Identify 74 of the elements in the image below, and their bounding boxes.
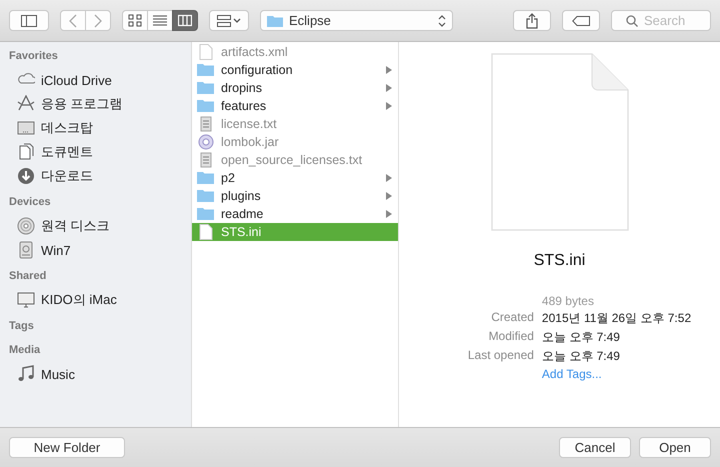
new-folder-button[interactable]: New Folder bbox=[9, 437, 125, 458]
sidebar-item[interactable]: 다운로드 bbox=[9, 164, 183, 188]
sidebar-item[interactable]: 원격 디스크 bbox=[9, 214, 183, 238]
sidebar-item[interactable]: Win7 bbox=[9, 238, 183, 262]
tag-button[interactable] bbox=[562, 10, 600, 31]
download-icon bbox=[17, 167, 35, 185]
disclosure-arrow-icon bbox=[386, 210, 392, 218]
file-row[interactable]: configuration bbox=[192, 61, 398, 79]
folder-icon bbox=[197, 98, 215, 114]
disclosure-arrow-icon bbox=[386, 102, 392, 110]
share-button[interactable] bbox=[513, 10, 551, 31]
sidebar-item[interactable]: 도큐멘트 bbox=[9, 140, 183, 164]
columns-view-button[interactable] bbox=[172, 10, 198, 31]
file-size: 489 bytes bbox=[542, 294, 595, 308]
file-row[interactable]: dropins bbox=[192, 79, 398, 97]
music-note-icon bbox=[17, 365, 35, 383]
arrange-icon bbox=[217, 14, 241, 26]
detail-label: Created bbox=[490, 310, 534, 326]
file-row[interactable]: p2 bbox=[192, 169, 398, 187]
list-icon bbox=[153, 14, 167, 27]
sidebar-item[interactable]: 데스크탑 bbox=[9, 116, 183, 140]
search-field[interactable]: Search bbox=[611, 10, 711, 31]
chevron-right-icon bbox=[94, 14, 102, 28]
document-icon bbox=[197, 224, 215, 240]
detail-value: 2015년 11월 26일 오후 7:52 bbox=[542, 310, 692, 327]
file-name: STS.ini bbox=[534, 252, 586, 270]
sidebar-icon bbox=[21, 14, 37, 26]
folder-icon bbox=[197, 188, 215, 204]
folder-icon bbox=[267, 14, 283, 27]
detail-value: 오늘 오후 7:49 bbox=[542, 348, 621, 365]
sidebar-item[interactable]: iCloud Drive bbox=[9, 68, 183, 92]
chevron-left-icon bbox=[69, 14, 77, 28]
disclosure-arrow-icon bbox=[386, 66, 392, 74]
file-row[interactable]: features bbox=[192, 97, 398, 115]
folder-icon bbox=[197, 62, 215, 78]
sidebar-item[interactable]: 응용 프로그램 bbox=[9, 92, 183, 116]
sidebar-item[interactable]: Music bbox=[9, 362, 183, 386]
arrange-button[interactable] bbox=[209, 10, 249, 31]
disc-icon bbox=[17, 217, 35, 235]
disclosure-arrow-icon bbox=[386, 84, 392, 92]
cancel-button[interactable]: Cancel bbox=[559, 437, 631, 458]
section-heading: Media bbox=[9, 344, 42, 358]
document-preview-icon bbox=[490, 52, 630, 232]
file-row[interactable]: plugins bbox=[192, 187, 398, 205]
disclosure-arrow-icon bbox=[386, 174, 392, 182]
list-view-button[interactable] bbox=[147, 10, 173, 31]
columns-icon bbox=[178, 14, 192, 27]
section-heading: Tags bbox=[9, 320, 35, 334]
section-heading: Favorites bbox=[9, 50, 59, 64]
sidebar-toggle-button[interactable] bbox=[9, 10, 49, 31]
desktop-icon bbox=[17, 119, 35, 137]
detail-label: Modified bbox=[488, 329, 534, 345]
detail-value: 오늘 오후 7:49 bbox=[542, 329, 621, 346]
section-heading: Devices bbox=[9, 196, 52, 210]
apps-icon bbox=[17, 95, 35, 113]
icons-view-button[interactable] bbox=[122, 10, 148, 31]
updown-icon bbox=[438, 14, 446, 26]
location-dropdown[interactable]: Eclipse bbox=[260, 10, 453, 31]
drive-icon bbox=[17, 241, 35, 259]
monitor-icon bbox=[17, 291, 35, 309]
jar-file-icon bbox=[197, 134, 215, 150]
folder-icon bbox=[197, 80, 215, 96]
file-row[interactable]: readme bbox=[192, 205, 398, 223]
disclosure-arrow-icon bbox=[386, 192, 392, 200]
open-button[interactable]: Open bbox=[639, 437, 711, 458]
location-label: Eclipse bbox=[289, 13, 332, 28]
grid-icon bbox=[128, 14, 142, 27]
detail-label: Last opened bbox=[468, 348, 534, 364]
section-heading: Shared bbox=[9, 270, 48, 284]
tag-icon bbox=[572, 16, 590, 26]
folder-icon bbox=[197, 170, 215, 186]
documents-icon bbox=[17, 143, 35, 161]
share-icon bbox=[526, 12, 538, 28]
sidebar-item[interactable]: KIDO의 iMac bbox=[9, 288, 183, 312]
